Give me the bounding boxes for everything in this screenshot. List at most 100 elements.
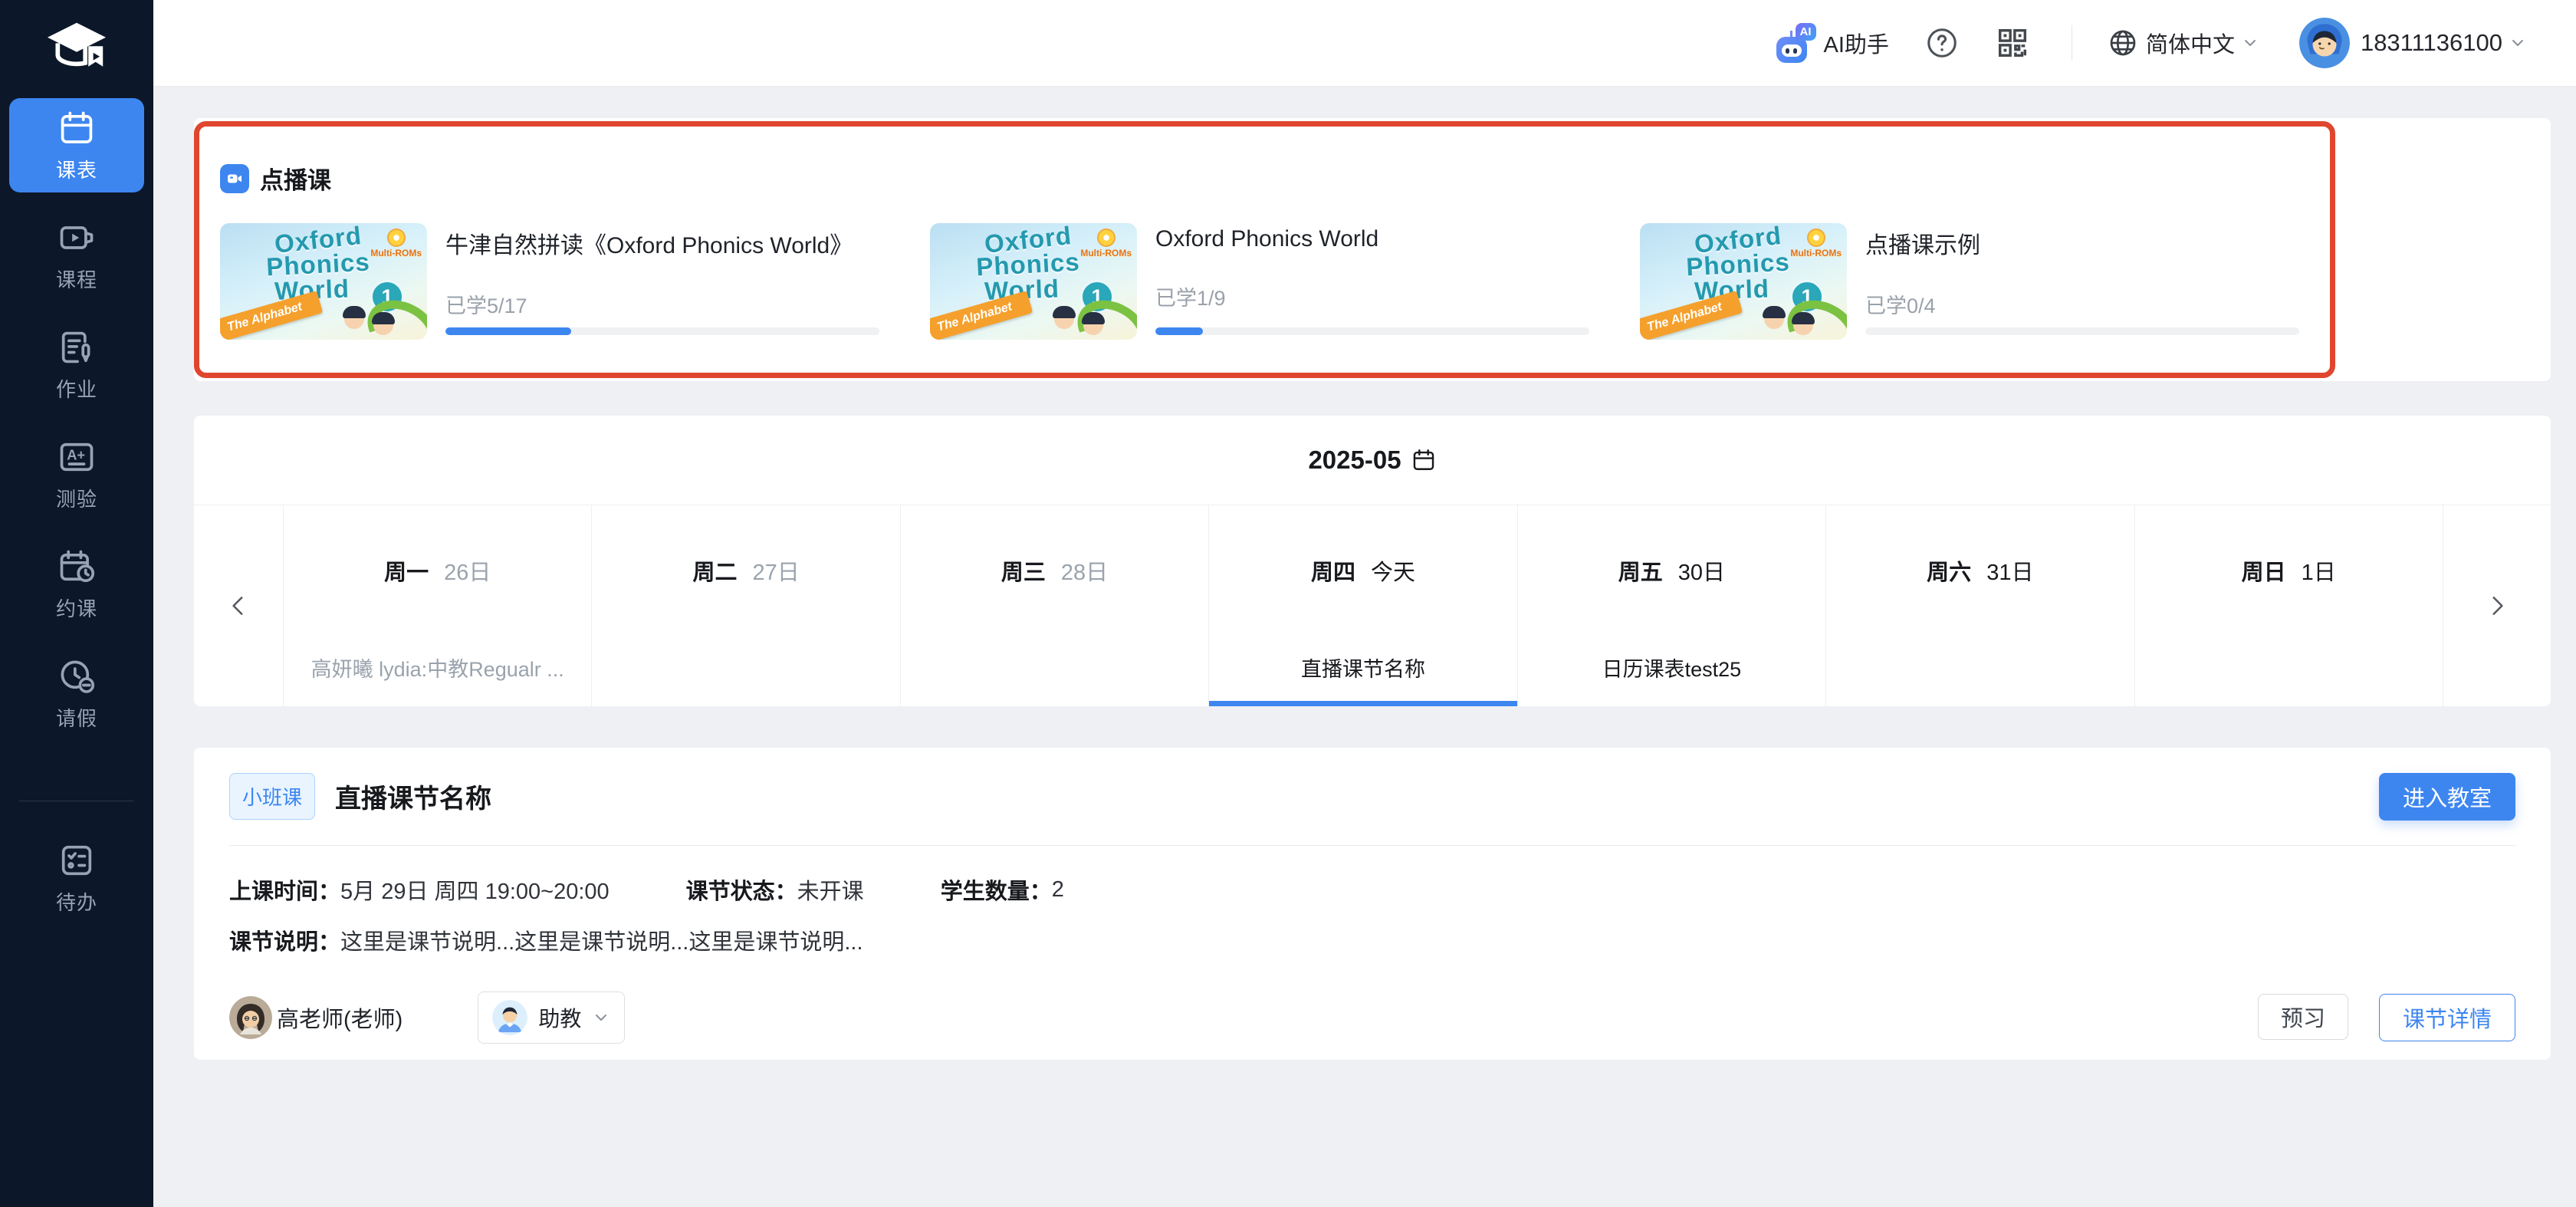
- cover-kid-figure: [1054, 309, 1074, 329]
- globe-icon: [2108, 28, 2138, 58]
- sidebar-item-label: 作业: [56, 374, 97, 403]
- students-label: 学生数量：: [941, 873, 1052, 906]
- clock-minus-icon: [57, 656, 97, 696]
- status-value: 未开课: [797, 873, 864, 906]
- progress-bar: [445, 327, 879, 335]
- day-of-week: 周二: [692, 561, 737, 585]
- course-info: 牛津自然拼读《Oxford Phonics World》 已学5/17: [445, 223, 879, 340]
- day-date: 26日: [444, 561, 491, 585]
- teacher-name: 高老师(老师): [277, 1001, 402, 1034]
- progress-bar: [1155, 327, 1589, 335]
- lesson-title: 直播课节名称: [335, 778, 491, 815]
- ai-assistant-label: AI助手: [1824, 27, 1889, 59]
- calendar-day-sunday[interactable]: 周日1日: [2134, 505, 2443, 706]
- sidebar-item-schedule[interactable]: 课表: [9, 98, 144, 192]
- sidebar-item-label: 课表: [56, 155, 97, 183]
- course-title: 牛津自然拼读《Oxford Phonics World》: [445, 226, 879, 260]
- user-avatar: [2299, 18, 2350, 68]
- cd-icon: [1807, 229, 1825, 247]
- day-of-week: 周五: [1618, 561, 1663, 585]
- calendar-clock-icon: [57, 547, 97, 587]
- course-progress-text: 已学1/9: [1155, 281, 1589, 311]
- vod-section-header: 点播课: [220, 161, 2525, 196]
- course-cover: Oxford Phonics World 1 Multi-ROMs: [220, 223, 427, 340]
- day-date: 27日: [753, 561, 800, 585]
- description-label: 课节说明：: [229, 924, 340, 956]
- sidebar-item-leave[interactable]: 请假: [9, 646, 144, 741]
- cover-kid-figure: [1764, 309, 1784, 329]
- calendar-section: 2025-05 周一 26日 高妍曦 lydia:中教Regualr ... 周二…: [194, 416, 2551, 706]
- description-value: 这里是课节说明...这里是课节说明...这里是课节说明...: [340, 924, 863, 956]
- language-label: 简体中文: [2146, 27, 2235, 59]
- time-label: 上课时间：: [229, 873, 340, 906]
- course-progress-text: 已学5/17: [445, 289, 879, 319]
- day-of-week: 周六: [1927, 561, 1971, 585]
- robot-icon: AI: [1776, 23, 1816, 63]
- vod-section: 点播课 Oxford Phonics World 1: [194, 118, 2551, 381]
- day-date: 1日: [2302, 561, 2336, 585]
- sidebar-item-label: 请假: [56, 703, 97, 732]
- sidebar: 课表 课程 作业 测验 约课 请假: [0, 0, 153, 1207]
- assistant-dropdown[interactable]: 助教: [478, 992, 625, 1044]
- course-cover: Oxford Phonics World 1 Multi-ROMs: [1640, 223, 1847, 340]
- course-cover: Oxford Phonics World 1 Multi-ROMs: [930, 223, 1137, 340]
- ai-assistant-button[interactable]: AI AI助手: [1776, 23, 1889, 63]
- cover-kid-figure: [344, 309, 364, 329]
- cd-icon: [387, 229, 406, 247]
- course-progress-text: 已学0/4: [1865, 289, 2299, 319]
- day-date: 31日: [1986, 561, 2033, 585]
- progress-fill: [1155, 327, 1203, 335]
- calendar-day-saturday[interactable]: 周六 31日: [1825, 505, 2134, 706]
- main-area: AI AI助手 简体中文 18311136100: [153, 0, 2576, 1207]
- qrcode-button[interactable]: [1995, 25, 2030, 61]
- sidebar-nav: 课表 课程 作业 测验 约课 请假: [0, 98, 153, 940]
- video-icon: [57, 218, 97, 258]
- enter-classroom-button[interactable]: 进入教室: [2379, 773, 2515, 821]
- sidebar-item-todo[interactable]: 待办: [9, 830, 144, 925]
- sidebar-item-courses[interactable]: 课程: [9, 208, 144, 302]
- course-card[interactable]: Oxford Phonics World 1 Multi-ROMs: [930, 223, 1589, 340]
- lesson-details: 上课时间： 5月 29日 周四 19:00~20:00 课节状态： 未开课 学生…: [229, 846, 2515, 956]
- assistant-avatar: [492, 1000, 527, 1035]
- cover-kid-figure: [373, 315, 393, 335]
- next-week-button[interactable]: [2443, 505, 2551, 706]
- calendar-day-thursday-today[interactable]: 周四今天 直播课节名称: [1208, 505, 1516, 706]
- month-label: 2025-05: [1308, 446, 1401, 475]
- sidebar-item-quiz[interactable]: 测验: [9, 427, 144, 521]
- cover-kid-figure: [1793, 315, 1813, 335]
- course-card[interactable]: Oxford Phonics World 1 Multi-ROMs: [1640, 223, 2299, 340]
- day-of-week: 周四: [1311, 561, 1355, 585]
- calendar-day-monday[interactable]: 周一 26日 高妍曦 lydia:中教Regualr ...: [283, 505, 591, 706]
- calendar-icon: [1411, 447, 1437, 473]
- prev-week-button[interactable]: [194, 505, 283, 706]
- course-title: 点播课示例: [1865, 226, 2299, 260]
- content-area: 点播课 Oxford Phonics World 1: [153, 86, 2576, 1207]
- calendar-icon: [57, 108, 97, 148]
- sidebar-item-homework[interactable]: 作业: [9, 317, 144, 412]
- calendar-month-title: 2025-05: [1308, 446, 1436, 475]
- preview-button[interactable]: 预习: [2258, 994, 2348, 1040]
- user-account-menu[interactable]: 18311136100: [2299, 18, 2527, 68]
- sidebar-item-booking[interactable]: 约课: [9, 537, 144, 631]
- qrcode-icon: [1995, 25, 2030, 61]
- ai-badge: AI: [1796, 23, 1816, 41]
- document-pen-icon: [57, 327, 97, 367]
- question-circle-icon: [1924, 25, 1960, 61]
- chevron-left-icon: [225, 593, 251, 619]
- calendar-day-friday[interactable]: 周五30日 日历课表test25: [1517, 505, 1825, 706]
- help-button[interactable]: [1924, 25, 1960, 61]
- lesson-detail-button[interactable]: 课节详情: [2379, 994, 2515, 1041]
- language-selector[interactable]: 简体中文: [2108, 27, 2259, 59]
- grade-card-icon: [57, 437, 97, 477]
- sidebar-item-label: 待办: [56, 887, 97, 916]
- day-event: 直播课节名称: [1209, 653, 1516, 682]
- day-date: 30日: [1678, 561, 1725, 585]
- calendar-day-tuesday[interactable]: 周二 27日: [591, 505, 899, 706]
- day-of-week: 周三: [1001, 561, 1046, 585]
- course-card[interactable]: Oxford Phonics World 1 Multi-ROMs: [220, 223, 879, 340]
- day-event: 高妍曦 lydia:中教Regualr ...: [284, 653, 591, 682]
- top-bar: AI AI助手 简体中文 18311136100: [153, 0, 2576, 86]
- day-of-week: 周一: [384, 561, 429, 585]
- calendar-day-wednesday[interactable]: 周三28日: [900, 505, 1208, 706]
- chevron-down-icon: [2241, 34, 2259, 52]
